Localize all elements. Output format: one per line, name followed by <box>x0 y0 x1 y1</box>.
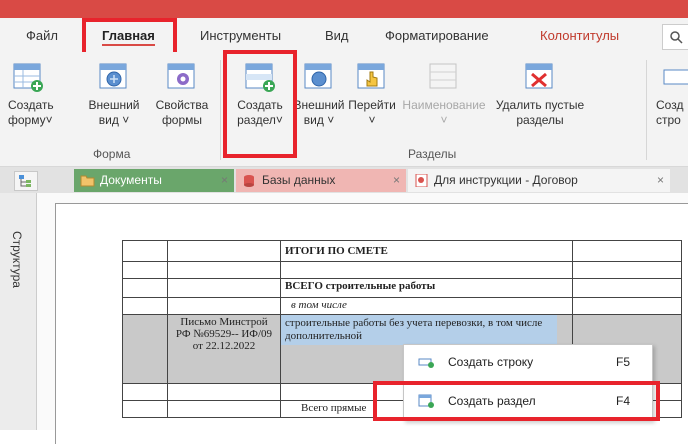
create-row-button[interactable]: Созд стро <box>656 60 688 128</box>
close-icon[interactable]: × <box>393 169 400 192</box>
search-box[interactable] <box>662 24 688 50</box>
tab-documents-label: Документы <box>100 173 162 187</box>
tab-view[interactable]: Вид <box>325 28 349 43</box>
menu-item-shortcut: F4 <box>615 394 630 408</box>
menu-item-create-section[interactable]: Создать раздел F4 <box>404 387 652 415</box>
create-section-button[interactable]: Создать раздел˅ <box>232 60 288 128</box>
ribbon-tabs: Файл Главная Инструменты Вид Форматирова… <box>0 18 688 52</box>
form-properties-icon <box>167 63 195 89</box>
tab-documents[interactable]: Документы × <box>74 169 234 192</box>
table-row: ВСЕГО строительные работы <box>122 278 682 298</box>
form-properties-button[interactable]: Свойства формы <box>152 60 212 128</box>
external-view-section-label-1: Внешний <box>293 98 345 112</box>
context-menu: Создать строку F5 Создать раздел F4 <box>403 344 653 421</box>
form-properties-label-1: Свойства <box>155 98 209 112</box>
search-icon <box>670 31 683 44</box>
external-view-icon <box>99 63 127 89</box>
totals-heading[interactable]: ИТОГИ ПО СМЕТЕ <box>280 240 573 262</box>
create-row-label-1: Созд <box>656 98 684 112</box>
tab-home[interactable]: Главная <box>102 28 155 46</box>
tab-file[interactable]: Файл <box>26 28 58 43</box>
create-section-icon <box>418 394 434 408</box>
tab-tools[interactable]: Инструменты <box>200 28 281 43</box>
goto-icon <box>357 63 385 89</box>
goto-label-1: Перейти <box>348 98 396 112</box>
create-row-icon <box>663 69 688 85</box>
tab-instruction-label: Для инструкции - Договор <box>434 173 578 187</box>
delete-empty-sections-button[interactable]: Удалить пустые разделы <box>490 60 590 128</box>
tab-formatting[interactable]: Форматирование <box>385 28 489 43</box>
delete-empty-sections-label-2: разделы <box>516 113 564 127</box>
document-tabs: Документы × Базы данных × Для инструкции… <box>0 167 688 194</box>
create-form-icon <box>13 63 43 92</box>
form-group-label: Форма <box>93 147 131 161</box>
structure-toggle[interactable] <box>14 171 38 191</box>
group-separator <box>220 60 221 160</box>
table-row: ИТОГИ ПО СМЕТЕ <box>122 240 682 262</box>
delete-empty-sections-label-1: Удалить пустые <box>495 98 585 112</box>
letter-reference[interactable]: Письмо Минстрой РФ №69529-- ИФ/09 от 22.… <box>167 314 281 384</box>
delete-empty-sections-icon <box>525 63 553 89</box>
external-view-section-button[interactable]: Внешний вид ˅ <box>292 60 346 128</box>
menu-item-label: Создать раздел <box>448 394 536 408</box>
close-icon[interactable]: × <box>657 169 664 192</box>
external-view-section-icon <box>304 63 332 89</box>
goto-label-2: ˅ <box>368 113 376 127</box>
create-section-label-1: Создать <box>237 98 283 112</box>
table-row: в том числе <box>122 297 682 315</box>
including-label[interactable]: в том числе <box>280 297 573 315</box>
goto-button[interactable]: Перейти ˅ <box>346 60 398 128</box>
menu-item-create-row[interactable]: Создать строку F5 <box>404 348 652 376</box>
create-section-label-2: раздел˅ <box>237 113 283 127</box>
close-icon[interactable]: × <box>221 169 228 192</box>
structure-panel: Структура <box>0 193 37 430</box>
naming-label-2: ˅ <box>440 113 448 127</box>
external-view-form-label-1: Внешний <box>88 98 140 112</box>
naming-button[interactable]: Наименование ˅ <box>399 60 489 128</box>
folder-icon <box>80 175 95 187</box>
group-separator <box>646 60 647 160</box>
tab-databases[interactable]: Базы данных × <box>236 169 406 192</box>
create-form-label-2: форму˅ <box>8 113 53 127</box>
create-form-button[interactable]: Создать форму˅ <box>8 60 54 128</box>
database-icon <box>244 175 254 187</box>
tree-icon <box>19 175 31 187</box>
create-row-icon <box>418 358 434 368</box>
menu-item-shortcut: F5 <box>615 355 630 369</box>
naming-icon <box>429 63 457 89</box>
tab-headers-footers[interactable]: Колонтитулы <box>540 28 619 43</box>
external-view-section-label-2: вид ˅ <box>303 113 335 127</box>
structure-label[interactable]: Структура <box>10 231 24 288</box>
sections-group-label: Разделы <box>408 147 457 161</box>
tab-instruction-contract[interactable]: Для инструкции - Договор × <box>408 169 670 192</box>
create-row-label-2: стро <box>656 113 681 127</box>
table-row <box>122 261 682 279</box>
external-view-form-button[interactable]: Внешний вид ˅ <box>86 60 142 128</box>
form-properties-label-2: формы <box>161 113 203 127</box>
total-construction[interactable]: ВСЕГО строительные работы <box>280 278 573 298</box>
ribbon: Создать форму˅ Внешний вид ˅ Свойства фо… <box>0 52 688 167</box>
external-view-form-label-2: вид ˅ <box>98 113 130 127</box>
create-form-label-1: Создать <box>8 98 54 112</box>
naming-label-1: Наименование <box>402 98 486 112</box>
window-top-strip <box>0 0 688 18</box>
document-icon <box>415 174 428 187</box>
menu-item-label: Создать строку <box>448 355 534 369</box>
selected-text: строительные работы без учета перевозки,… <box>281 315 557 345</box>
create-section-icon <box>245 63 275 92</box>
tab-databases-label: Базы данных <box>262 173 336 187</box>
